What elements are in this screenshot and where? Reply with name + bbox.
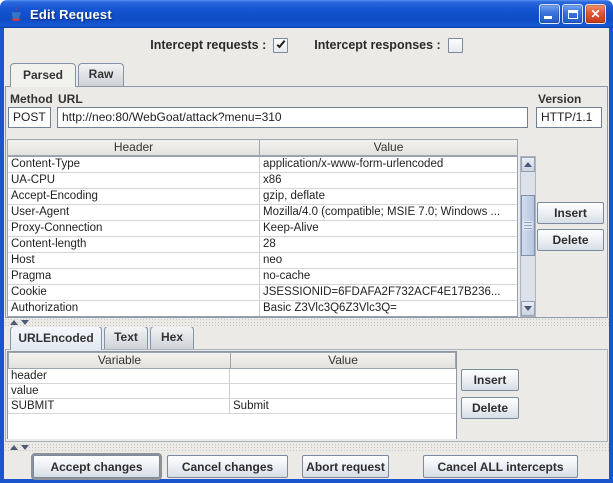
table-cell[interactable]: Submit	[230, 399, 456, 413]
table-cell[interactable]: Cookie	[8, 285, 260, 300]
scroll-down-icon	[524, 306, 532, 311]
table-row[interactable]: Content-length28	[8, 237, 517, 253]
java-coffee-cup-icon	[8, 6, 24, 22]
version-label: Version	[538, 92, 581, 106]
params-column-value[interactable]: Value	[230, 352, 456, 369]
table-cell[interactable]: User-Agent	[8, 205, 260, 220]
table-cell[interactable]: application/x-www-form-urlencoded	[260, 157, 517, 172]
accept-changes-button[interactable]: Accept changes	[33, 455, 160, 478]
table-cell[interactable]: Content-length	[8, 237, 260, 252]
table-row[interactable]: Accept-Encodinggzip, deflate	[8, 189, 517, 205]
table-cell[interactable]: Accept-Encoding	[8, 189, 260, 204]
window-controls	[539, 4, 606, 24]
collapse-up-icon[interactable]	[10, 445, 18, 450]
table-cell[interactable]: Proxy-Connection	[8, 221, 260, 236]
table-row[interactable]: User-AgentMozilla/4.0 (compatible; MSIE …	[8, 205, 517, 221]
scroll-up-icon	[524, 162, 532, 167]
intercept-options-row: Intercept requests : Intercept responses…	[0, 33, 613, 57]
table-row[interactable]: CookieJSESSIONID=6FDAFA2F732ACF4E17B236.…	[8, 285, 517, 301]
table-cell[interactable]: Keep-Alive	[260, 221, 517, 236]
table-row[interactable]: Pragmano-cache	[8, 269, 517, 285]
headers-insert-button[interactable]: Insert	[537, 202, 604, 224]
tab-text[interactable]: Text	[104, 326, 148, 349]
table-cell[interactable]: x86	[260, 173, 517, 188]
table-cell[interactable]: Content-Type	[8, 157, 260, 172]
headers-table: Content-Typeapplication/x-www-form-urlen…	[7, 156, 518, 317]
intercept-requests-checkbox[interactable]	[273, 38, 288, 53]
table-row[interactable]: SUBMITSubmit	[8, 399, 456, 414]
table-cell[interactable]: Host	[8, 253, 260, 268]
abort-request-button[interactable]: Abort request	[302, 455, 389, 478]
table-row[interactable]: Proxy-ConnectionKeep-Alive	[8, 221, 517, 237]
window-border-right	[609, 28, 613, 479]
collapse-up-icon[interactable]	[10, 320, 18, 325]
params-column-variable[interactable]: Variable	[8, 352, 231, 369]
close-button[interactable]	[585, 4, 606, 24]
table-cell[interactable]: JSESSIONID=6FDAFA2F732ACF4E17B236...	[260, 285, 517, 300]
table-cell[interactable]: Mozilla/4.0 (compatible; MSIE 7.0; Windo…	[260, 205, 517, 220]
collapse-down-icon[interactable]	[21, 320, 29, 325]
params-insert-button[interactable]: Insert	[461, 369, 519, 391]
table-cell[interactable]	[230, 384, 456, 398]
edit-request-window: Edit Request Intercept requests : Interc…	[0, 0, 613, 483]
table-cell[interactable]: 28	[260, 237, 517, 252]
minimize-icon	[544, 16, 552, 19]
minimize-button[interactable]	[539, 4, 560, 24]
table-row[interactable]: Content-Typeapplication/x-www-form-urlen…	[8, 157, 517, 173]
table-cell[interactable]: Pragma	[8, 269, 260, 284]
table-cell[interactable]: SUBMIT	[8, 399, 230, 413]
table-row[interactable]: Hostneo	[8, 253, 517, 269]
headers-column-header[interactable]: Header	[7, 139, 260, 156]
intercept-requests-label: Intercept requests :	[150, 38, 266, 52]
url-label: URL	[58, 92, 83, 106]
tab-raw[interactable]: Raw	[78, 63, 124, 86]
table-cell[interactable]: Authorization	[8, 301, 260, 316]
split-divider-top[interactable]	[4, 318, 609, 327]
headers-column-value[interactable]: Value	[259, 139, 518, 156]
maximize-icon	[568, 10, 578, 19]
cancel-all-intercepts-button[interactable]: Cancel ALL intercepts	[423, 455, 578, 478]
tab-urlencoded[interactable]: URLEncoded	[10, 326, 102, 350]
table-cell[interactable]: header	[8, 369, 230, 383]
table-cell[interactable]: Basic Z3Vlc3Q6Z3Vlc3Q=	[260, 301, 517, 316]
method-field[interactable]: POST	[8, 107, 51, 128]
table-cell[interactable]	[230, 369, 456, 383]
window-title: Edit Request	[30, 7, 112, 22]
table-row[interactable]: value	[8, 384, 456, 399]
check-icon	[276, 39, 285, 48]
maximize-button[interactable]	[562, 4, 583, 24]
headers-scrollbar[interactable]	[520, 156, 536, 317]
params-delete-button[interactable]: Delete	[461, 397, 519, 419]
scrollbar-thumb[interactable]	[521, 195, 535, 256]
scroll-down-button[interactable]	[521, 301, 535, 316]
table-cell[interactable]: value	[8, 384, 230, 398]
collapse-down-icon[interactable]	[21, 445, 29, 450]
table-cell[interactable]: no-cache	[260, 269, 517, 284]
tab-hex[interactable]: Hex	[150, 326, 194, 349]
table-cell[interactable]: neo	[260, 253, 517, 268]
intercept-responses-checkbox[interactable]	[448, 38, 463, 53]
table-cell[interactable]: gzip, deflate	[260, 189, 517, 204]
url-field[interactable]: http://neo:80/WebGoat/attack?menu=310	[57, 107, 528, 128]
table-row[interactable]: header	[8, 369, 456, 384]
cancel-changes-button[interactable]: Cancel changes	[167, 455, 288, 478]
table-cell[interactable]: UA-CPU	[8, 173, 260, 188]
window-border-left	[0, 28, 4, 479]
headers-delete-button[interactable]: Delete	[537, 229, 604, 251]
version-field[interactable]: HTTP/1.1	[536, 107, 602, 128]
titlebar[interactable]: Edit Request	[0, 0, 613, 28]
params-table: headervalueSUBMITSubmit	[8, 369, 456, 439]
scroll-up-button[interactable]	[521, 157, 535, 172]
table-row[interactable]: AuthorizationBasic Z3Vlc3Q6Z3Vlc3Q=	[8, 301, 517, 317]
tab-parsed[interactable]: Parsed	[10, 63, 76, 87]
split-divider-bottom[interactable]	[4, 443, 609, 452]
intercept-responses-label: Intercept responses :	[314, 38, 440, 52]
window-border-bottom	[0, 479, 613, 483]
table-row[interactable]: UA-CPUx86	[8, 173, 517, 189]
method-label: Method	[10, 92, 53, 106]
